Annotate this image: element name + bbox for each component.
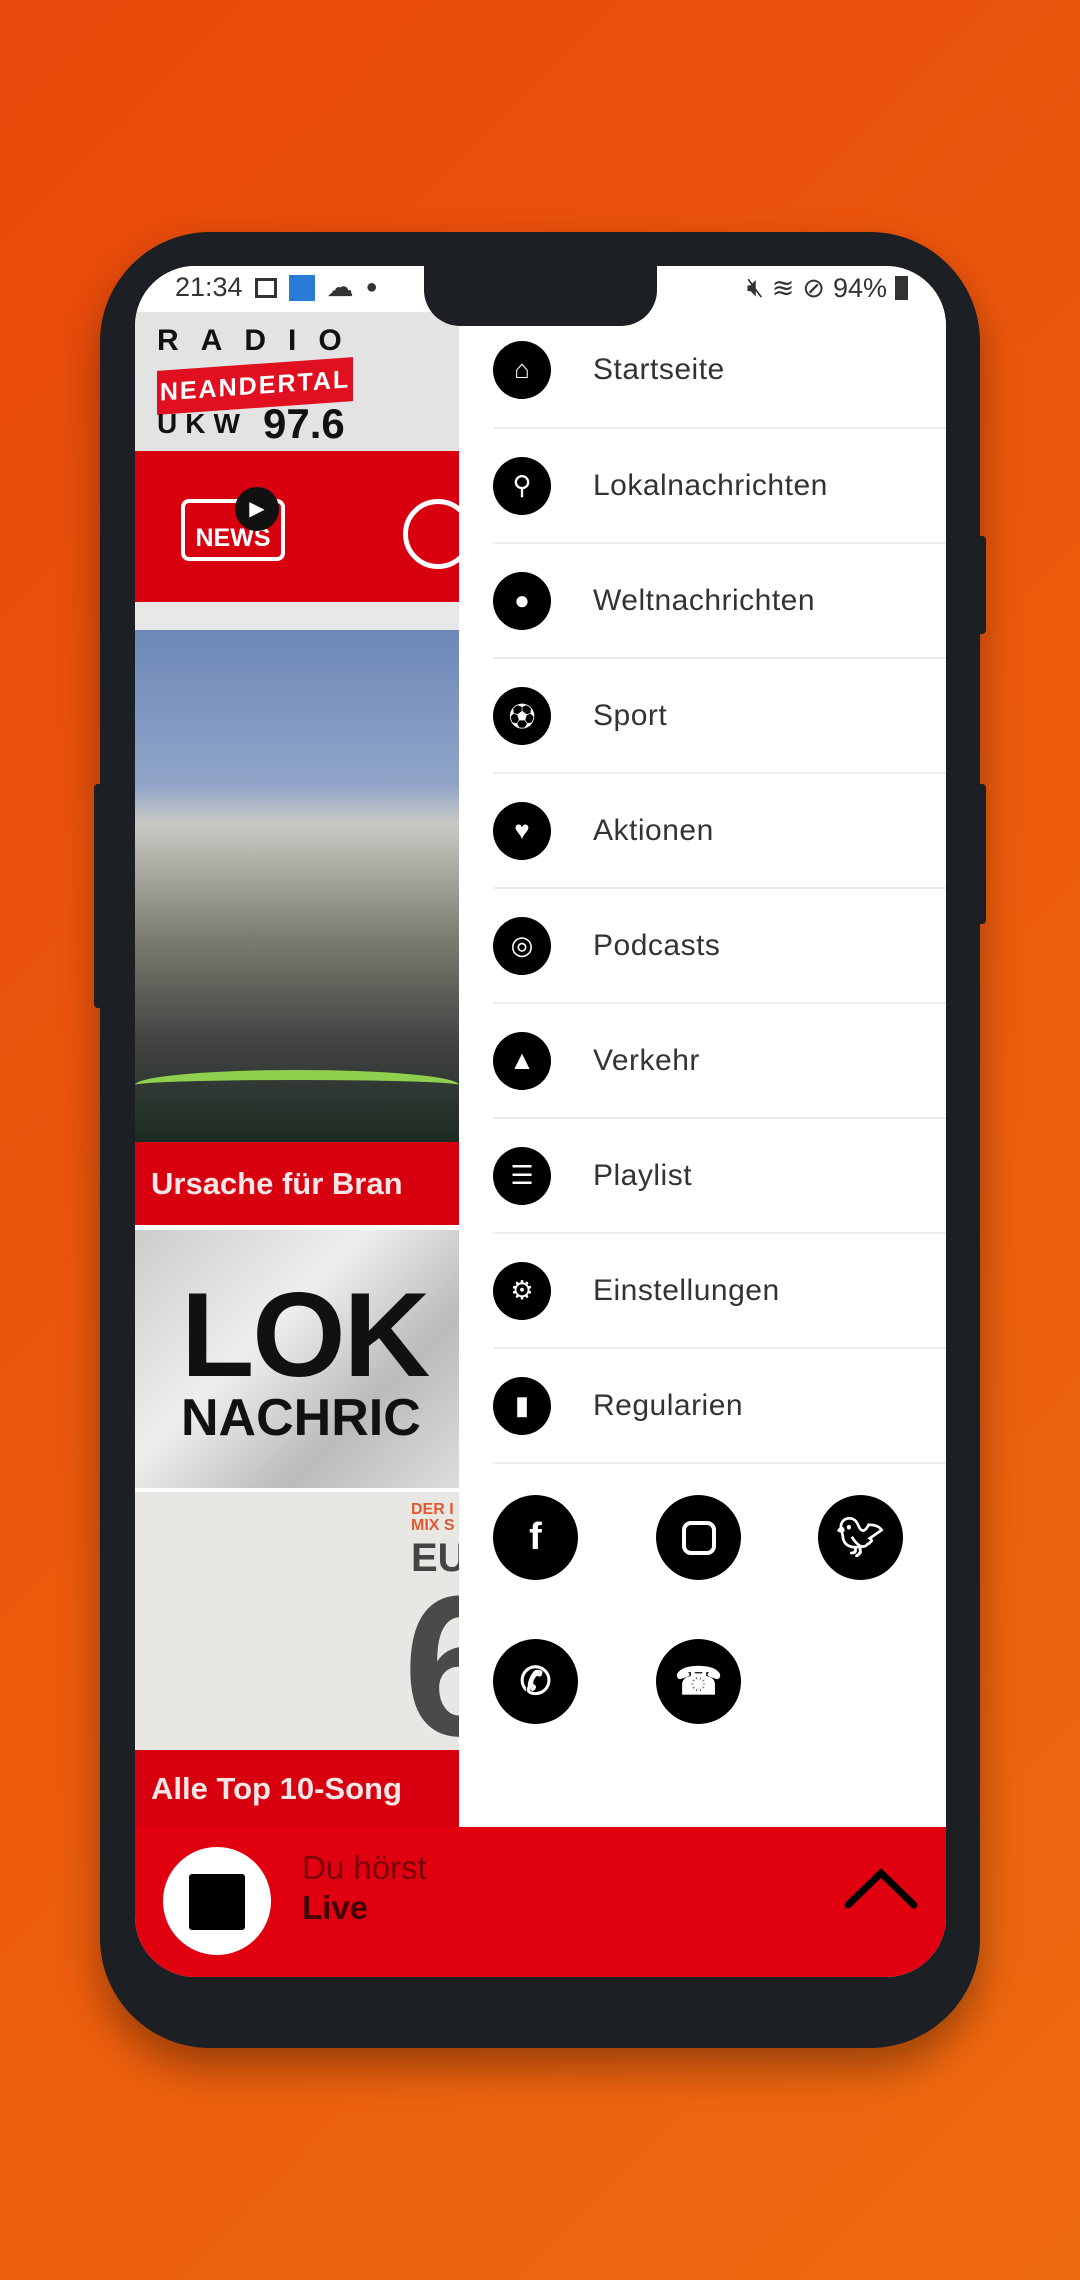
divider [135, 602, 459, 630]
home-icon: ⌂ [493, 340, 551, 399]
now-playing-label: Du hörst [302, 1849, 427, 1886]
chevron-up-icon[interactable] [844, 1865, 918, 1911]
dot-icon: ● [365, 276, 378, 298]
cloud-icon: ☁ [326, 272, 354, 302]
stop-button[interactable] [163, 1847, 271, 1955]
menu-item-podcasts[interactable]: ◎ Podcasts [493, 889, 946, 1004]
road-icon: ▲ [493, 1031, 551, 1090]
menu-item-label: Startseite [593, 352, 725, 386]
navigation-drawer: ⌂ Startseite ⚲ Lokalnachrichten ● Weltnachr… [459, 266, 946, 1827]
gear-icon: ⚙ [493, 1261, 551, 1320]
instagram-button[interactable] [656, 1495, 741, 1580]
status-time: 21:34 [175, 272, 243, 302]
side-button [94, 784, 104, 1008]
menu-item-label: Weltnachrichten [593, 583, 816, 617]
app-icon [288, 274, 315, 301]
wifi-icon: ≋ [771, 272, 795, 303]
play-icon: ▶ [235, 487, 279, 531]
menu-item-label: Aktionen [593, 813, 714, 847]
football-icon: ⚽︎ [493, 686, 551, 745]
list-icon: ☰ [493, 1146, 551, 1205]
news-caption[interactable]: Ursache für Bran [135, 1142, 459, 1225]
image-text: NACHRIC [181, 1389, 421, 1447]
image-text: LOK [181, 1268, 430, 1402]
menu-item-label: Lokalnachrichten [593, 468, 828, 502]
stop-icon [189, 1874, 245, 1930]
menu-item-label: Sport [593, 698, 668, 732]
image-icon [254, 277, 277, 298]
menu-item-label: Regularien [593, 1388, 744, 1422]
menu-item-startseite[interactable]: ⌂ Startseite [493, 312, 946, 429]
logo-text: RADIO [157, 324, 364, 357]
map-pin-icon: ⚲ [493, 456, 551, 515]
news-image[interactable]: LOK NACHRIC [135, 1230, 459, 1488]
player-bar: Du hörst Live [135, 1827, 946, 1977]
app-screen: 21:34 ☁ ● 🔇︎ ≋ ⊘ 94% RADIO NEANDERTAL UK… [135, 266, 946, 1977]
menu-item-weltnachrichten[interactable]: ● Weltnachrichten [493, 544, 946, 659]
whatsapp-icon: ✆ [519, 1661, 552, 1703]
facebook-button[interactable]: f [493, 1495, 578, 1580]
news-image[interactable]: DER I MIX S EU 6 [135, 1492, 459, 1750]
menu-item-regularien[interactable]: ▮ Regularien [493, 1349, 946, 1464]
globe-icon: ● [493, 571, 551, 630]
image-text: MIX S [411, 1517, 455, 1534]
menu-item-aktionen[interactable]: ♥ Aktionen [493, 774, 946, 889]
instagram-icon [681, 1520, 716, 1555]
battery-icon [895, 276, 908, 300]
power-button [976, 784, 986, 924]
menu-item-playlist[interactable]: ☰ Playlist [493, 1119, 946, 1234]
podcast-icon: ◎ [493, 916, 551, 975]
image-text: 6 [403, 1555, 459, 1750]
menu-item-sport[interactable]: ⚽︎ Sport [493, 659, 946, 774]
phone-button[interactable]: ☎ [656, 1639, 741, 1724]
menu-item-einstellungen[interactable]: ⚙ Einstellungen [493, 1234, 946, 1349]
now-playing-station: Live [302, 1889, 369, 1926]
menu-item-label: Einstellungen [593, 1273, 780, 1307]
block-icon: ⊘ [802, 272, 825, 303]
facebook-icon: f [529, 1516, 542, 1558]
image-text: DER I [411, 1501, 454, 1518]
volume-button [976, 536, 986, 634]
twitter-button[interactable]: 🐦︎ [818, 1495, 903, 1580]
menu-item-lokalnachrichten[interactable]: ⚲ Lokalnachrichten [493, 429, 946, 544]
heart-icon: ♥ [493, 801, 551, 860]
battery-level: 94% [832, 272, 887, 303]
camera-notch [424, 262, 657, 326]
logo-frequency: 97.6 [263, 400, 345, 447]
twitter-icon: 🐦︎ [836, 1516, 885, 1559]
menu-item-verkehr[interactable]: ▲ Verkehr [493, 1004, 946, 1119]
phone-icon: ☎ [674, 1661, 723, 1703]
menu-item-label: Playlist [593, 1158, 693, 1192]
station-logo[interactable]: RADIO NEANDERTAL UKW 97.6 [135, 312, 459, 451]
menu-item-label: Verkehr [593, 1043, 700, 1077]
mute-icon: 🔇︎ [746, 272, 764, 302]
logo-text: UKW [157, 408, 248, 439]
quick-links-bar: NEWS ▶ [135, 451, 473, 602]
document-icon: ▮ [493, 1376, 551, 1435]
image-detail [135, 1070, 459, 1100]
menu-item-label: Podcasts [593, 928, 721, 962]
news-caption[interactable]: Alle Top 10-Song [135, 1750, 459, 1827]
news-image[interactable] [135, 630, 459, 1142]
whatsapp-button[interactable]: ✆ [493, 1639, 578, 1724]
